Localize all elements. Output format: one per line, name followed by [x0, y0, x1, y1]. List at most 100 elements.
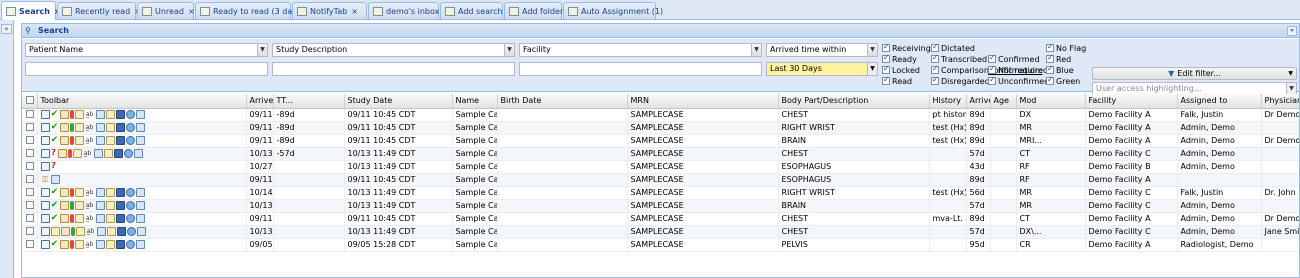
image-icon[interactable] [93, 149, 103, 158]
column-header-physician[interactable]: Physician [1261, 94, 1299, 109]
chevron-down-icon[interactable]: ▼ [867, 44, 877, 56]
monitor-icon[interactable] [116, 227, 126, 236]
chevron-down-icon[interactable]: ▼ [867, 63, 877, 75]
chevron-down-icon[interactable]: ▼ [751, 44, 761, 56]
column-header-mrn[interactable]: MRN [627, 94, 779, 109]
envelope-icon[interactable] [57, 149, 67, 158]
close-icon[interactable]: × [351, 7, 358, 16]
checkbox[interactable] [931, 64, 939, 74]
column-header-body-part-description[interactable]: Body Part/Description [778, 94, 930, 109]
tab-search[interactable]: Search× [1, 1, 61, 20]
globe-icon[interactable] [125, 201, 135, 210]
table-row[interactable]: ⚿ 09/11 10:46 CDT 09/11 10:45 CDTSample Ca… [22, 173, 1299, 187]
checkbox[interactable] [931, 75, 939, 85]
report-icon[interactable] [74, 136, 84, 145]
row-checkbox[interactable] [26, 174, 34, 183]
column-header-toolbar[interactable]: Toolbar [37, 94, 247, 109]
tab-recently-read[interactable]: Recently read× [57, 2, 141, 19]
tab-ready-to-read-3-days[interactable]: Ready to read (3 days)× [195, 2, 315, 19]
table-row[interactable]: ✔ a̲b 09/11 10:46 CDT 09/11 10:45 CDTSample… [22, 212, 1299, 226]
checkbox[interactable] [882, 64, 890, 74]
image-icon[interactable] [50, 175, 60, 184]
monitor-icon[interactable] [115, 240, 125, 249]
image-icon[interactable] [95, 201, 105, 210]
spellcheck-icon[interactable]: a̲b [86, 227, 96, 236]
arrived-time-select[interactable]: Arrived time within ▼ [766, 43, 878, 57]
expand-button[interactable]: » [1, 24, 12, 34]
flag-icon[interactable] [69, 201, 74, 210]
tab-auto-assignment-1[interactable]: Auto Assignment (1) [563, 2, 663, 19]
tab-add-folder[interactable]: Add folder [504, 2, 563, 19]
report-icon[interactable] [75, 227, 85, 236]
spellcheck-icon[interactable]: a̲b [85, 123, 95, 132]
confirm-check-confirmed[interactable]: Confirmed [988, 53, 1040, 64]
checkbox[interactable] [882, 42, 890, 52]
flag-icon[interactable] [69, 214, 74, 223]
row-checkbox[interactable] [26, 239, 34, 248]
checkmark-icon[interactable]: ✔ [51, 123, 59, 132]
spellcheck-icon[interactable]: a̲b [85, 240, 95, 249]
envelope-icon[interactable] [59, 214, 69, 223]
image-icon[interactable] [135, 240, 145, 249]
report-icon[interactable] [74, 110, 84, 119]
row-checkbox[interactable] [26, 200, 34, 209]
row-checkbox[interactable] [26, 122, 34, 131]
checkbox[interactable] [882, 75, 890, 85]
image-icon[interactable] [95, 240, 105, 249]
checkmark-icon[interactable]: ✔ [51, 214, 59, 223]
envelope-icon[interactable] [60, 227, 70, 236]
tab-unread[interactable]: Unread × [137, 2, 195, 19]
key-icon[interactable]: ⚿ [41, 175, 50, 184]
study-description-select[interactable]: Study Description ▼ [272, 43, 515, 57]
image-icon[interactable] [95, 214, 105, 223]
table-row[interactable]: ✔ a̲b 10/13 11:51 CDT 10/13 11:49 CDTSample… [22, 199, 1299, 213]
column-header-assigned-to[interactable]: Assigned to [1177, 94, 1262, 109]
row-checkbox[interactable] [26, 213, 34, 222]
table-row[interactable]: ✔ a̲b 09/11 10:46 CDT-89d09/11 10:45 CDTSa… [22, 134, 1299, 148]
document-icon[interactable] [40, 123, 50, 132]
report-icon[interactable] [74, 201, 84, 210]
column-header-arrive-time[interactable]: Arrive Time [246, 94, 274, 109]
flag-check-green[interactable]: Green [1046, 75, 1080, 86]
checkmark-icon[interactable]: ✔ [51, 201, 59, 210]
flag-icon[interactable] [69, 123, 74, 132]
question-icon[interactable]: ? [51, 162, 57, 171]
spellcheck-icon[interactable]: a̲b [85, 136, 95, 145]
chevron-down-icon[interactable]: ▼ [1286, 83, 1296, 94]
globe-icon[interactable] [125, 110, 135, 119]
column-header-name[interactable]: Name [452, 94, 498, 109]
row-checkbox[interactable] [26, 161, 34, 170]
report-icon[interactable] [105, 240, 115, 249]
report-icon[interactable] [103, 149, 113, 158]
report-icon[interactable] [105, 136, 115, 145]
tab-demo-s-inbox[interactable]: demo's inbox [368, 2, 439, 19]
flag-icon[interactable] [69, 188, 74, 197]
document-icon[interactable] [40, 149, 50, 158]
globe-icon[interactable] [125, 188, 135, 197]
column-header-mod[interactable]: Mod [1016, 94, 1086, 109]
report-icon[interactable] [105, 201, 115, 210]
row-checkbox[interactable] [26, 226, 34, 235]
flag-check-blue[interactable]: Blue [1046, 64, 1074, 75]
flag-icon[interactable] [69, 136, 74, 145]
image-icon[interactable] [95, 110, 105, 119]
report-icon[interactable] [105, 110, 115, 119]
image-icon[interactable] [135, 214, 145, 223]
flag-check-red[interactable]: Red [1046, 53, 1071, 64]
envelope-icon[interactable] [59, 110, 69, 119]
report-icon[interactable] [74, 188, 84, 197]
report-icon[interactable] [74, 214, 84, 223]
checkbox[interactable] [1046, 42, 1054, 52]
column-header-facility[interactable]: Facility [1085, 94, 1178, 109]
monitor-icon[interactable] [115, 123, 125, 132]
image-icon[interactable] [135, 188, 145, 197]
checkbox[interactable] [1046, 75, 1054, 85]
checkbox[interactable] [988, 75, 996, 85]
spellcheck-icon[interactable]: a̲b [85, 214, 95, 223]
monitor-icon[interactable] [115, 201, 125, 210]
close-icon[interactable]: × [188, 7, 195, 16]
checkmark-icon[interactable]: ✔ [51, 136, 59, 145]
document-icon[interactable] [40, 162, 50, 171]
flag-check-no-flag[interactable]: No Flag [1046, 42, 1086, 53]
status-check-locked[interactable]: Locked [882, 64, 920, 75]
